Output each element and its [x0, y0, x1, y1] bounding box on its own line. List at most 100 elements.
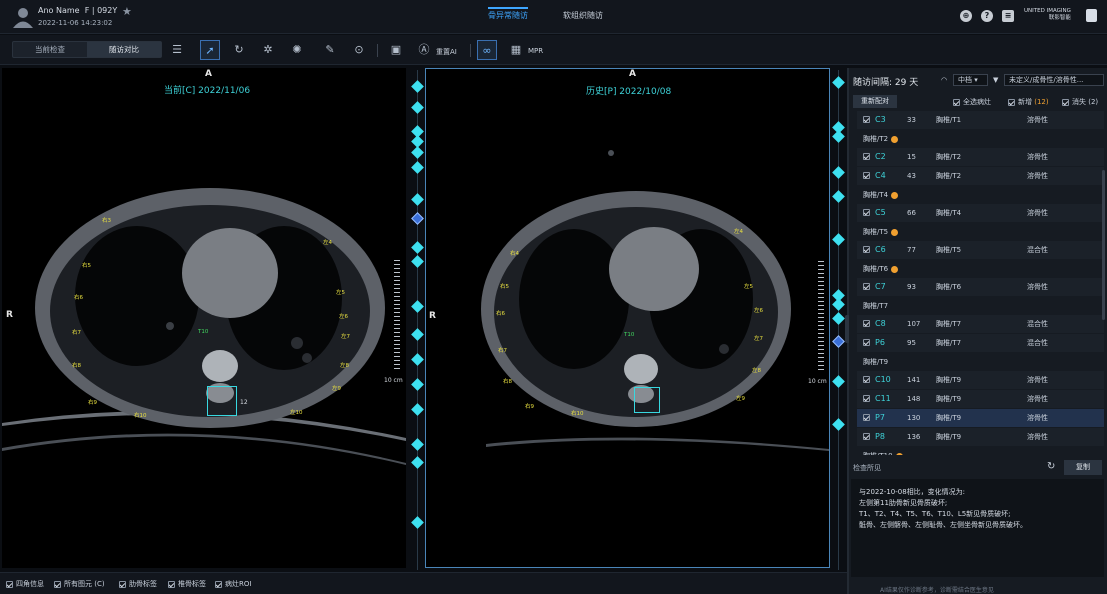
checkbox-icon[interactable]: [863, 320, 870, 327]
lesion-roi[interactable]: [207, 386, 237, 416]
option-all-annotations[interactable]: 所有图元 (C): [54, 579, 105, 589]
checkbox-icon[interactable]: [863, 376, 870, 383]
new-lesions-filter[interactable]: 新增 (12): [1008, 97, 1049, 107]
layers-icon[interactable]: ▣: [386, 40, 406, 60]
checkbox-icon[interactable]: [168, 580, 175, 588]
viewer-current[interactable]: A R 当前[C] 2022/11/06 右3 右5 右6 右7 右8 右9 右…: [2, 68, 406, 568]
select-all-lesions[interactable]: 全选病灶: [953, 97, 991, 107]
timeline-marker[interactable]: [411, 300, 424, 313]
viewer-prior[interactable]: A R 历史[P] 2022/10/08 右4 右5 右6 右7 右8 右9 右…: [425, 68, 830, 568]
lesion-roi[interactable]: [634, 387, 660, 413]
option-corner-info[interactable]: 四角信息: [6, 579, 44, 589]
lesion-group-header[interactable]: 胸椎/T6: [857, 260, 1104, 278]
option-rib-labels[interactable]: 肋骨标签: [119, 579, 157, 589]
lesion-group-header[interactable]: 胸椎/T2: [857, 130, 1104, 148]
checkbox-icon[interactable]: [863, 153, 870, 160]
timeline-marker[interactable]: [411, 101, 424, 114]
timeline-marker[interactable]: [411, 255, 424, 268]
checkbox-icon[interactable]: [863, 209, 870, 216]
checkbox-icon[interactable]: [863, 246, 870, 253]
globe-icon[interactable]: ⊕: [960, 10, 972, 22]
checkbox-icon[interactable]: [119, 580, 126, 588]
timeline-marker[interactable]: [411, 456, 424, 469]
timeline-marker[interactable]: [411, 516, 424, 529]
message-icon[interactable]: ≡: [1002, 10, 1014, 22]
lesion-row[interactable]: P7 130 胸椎/T9 溶骨性: [857, 409, 1104, 427]
brightness-icon[interactable]: ✲: [258, 40, 278, 60]
timeline-marker[interactable]: [411, 161, 424, 174]
checkbox-icon[interactable]: [863, 172, 870, 179]
option-vertebra-labels[interactable]: 椎骨标签: [168, 579, 206, 589]
timeline-marker[interactable]: [411, 403, 424, 416]
timeline-marker[interactable]: [411, 328, 424, 341]
lesion-group-header[interactable]: 胸椎/T9: [857, 353, 1104, 371]
timeline-marker[interactable]: [832, 312, 845, 325]
timeline-marker[interactable]: [411, 241, 424, 254]
lesion-row[interactable]: C8 107 胸椎/T7 混合性: [857, 315, 1104, 333]
sensitivity-dropdown[interactable]: 中档 ▾: [953, 74, 988, 86]
lesion-row[interactable]: C5 66 胸椎/T4 溶骨性: [857, 204, 1104, 222]
lesion-row[interactable]: C6 77 胸椎/T5 混合性: [857, 241, 1104, 259]
contrast-icon[interactable]: ✺: [287, 40, 307, 60]
star-icon[interactable]: ★: [122, 5, 132, 18]
mpr-button[interactable]: MPR: [528, 47, 543, 55]
checkbox-icon[interactable]: [863, 339, 870, 346]
checkbox-icon[interactable]: [6, 580, 13, 588]
timeline-marker[interactable]: [832, 166, 845, 179]
checkbox-icon[interactable]: [1062, 98, 1069, 106]
timeline-marker[interactable]: [832, 233, 845, 246]
copy-button[interactable]: 复制: [1064, 460, 1102, 475]
option-lesion-roi[interactable]: 病灶ROI: [215, 579, 251, 589]
timeline-marker[interactable]: [832, 298, 845, 311]
lesion-row[interactable]: C3 33 胸椎/T1 溶骨性: [857, 111, 1104, 129]
checkbox-icon[interactable]: [953, 98, 960, 106]
timeline-marker[interactable]: [411, 146, 424, 159]
help-icon[interactable]: ?: [981, 10, 993, 22]
lesion-group-header[interactable]: 胸椎/T7: [857, 297, 1104, 315]
lesion-type-dropdown[interactable]: 未定义/成骨性/溶骨性...: [1004, 74, 1104, 86]
lesion-row[interactable]: C7 93 胸椎/T6 溶骨性: [857, 278, 1104, 296]
list-icon[interactable]: ☰: [167, 40, 187, 60]
link-icon[interactable]: ∞: [477, 40, 497, 60]
timeline-marker[interactable]: [411, 193, 424, 206]
checkbox-icon[interactable]: [863, 395, 870, 402]
timeline-marker[interactable]: [832, 190, 845, 203]
lesion-row[interactable]: C11 148 胸椎/T9 溶骨性: [857, 390, 1104, 408]
lesion-row[interactable]: C10 141 胸椎/T9 溶骨性: [857, 371, 1104, 389]
lesion-row[interactable]: C2 15 胸椎/T2 溶骨性: [857, 148, 1104, 166]
timeline-marker[interactable]: [411, 353, 424, 366]
timeline-marker[interactable]: [832, 375, 845, 388]
mode-compare-button[interactable]: 随访对比: [87, 42, 161, 57]
mpr-icon[interactable]: ▦: [506, 40, 526, 60]
zoom-icon[interactable]: ⊙: [349, 40, 369, 60]
vanished-lesions-filter[interactable]: 消失 (2): [1062, 97, 1098, 107]
checkbox-icon[interactable]: [863, 283, 870, 290]
timeline-marker-current[interactable]: [832, 335, 845, 348]
lesion-group-header[interactable]: 胸椎/T4: [857, 186, 1104, 204]
rematch-button[interactable]: 重新配对: [853, 95, 897, 108]
timeline-marker[interactable]: [832, 76, 845, 89]
ai-icon[interactable]: Ⓐ: [414, 40, 434, 60]
mode-current-button[interactable]: 当前检查: [13, 42, 87, 57]
lesion-row[interactable]: C4 43 胸椎/T2 溶骨性: [857, 167, 1104, 185]
reset-ai-button[interactable]: 重置AI: [436, 47, 457, 57]
pointer-icon[interactable]: ➚: [200, 40, 220, 60]
timeline-marker[interactable]: [411, 80, 424, 93]
lesion-row[interactable]: P8 136 胸椎/T9 溶骨性: [857, 428, 1104, 446]
timeline-marker[interactable]: [411, 378, 424, 391]
tab-bone-followup[interactable]: 骨异常随访: [488, 7, 528, 21]
checkbox-icon[interactable]: [1008, 98, 1015, 106]
lesion-row[interactable]: P6 95 胸椎/T7 混合性: [857, 334, 1104, 352]
lesion-list-scrollbar[interactable]: [1102, 170, 1105, 320]
timeline-marker-current[interactable]: [411, 212, 424, 225]
tab-soft-tissue-followup[interactable]: 软组织随访: [563, 10, 603, 21]
findings-text[interactable]: 与2022-10-08相比，变化情况为: 左侧第11肋骨新见骨质破坏; T1、T2、…: [851, 479, 1104, 577]
lesion-group-header[interactable]: 胸椎/T5: [857, 223, 1104, 241]
lesion-group-header[interactable]: 胸椎/T10: [857, 447, 1104, 455]
pen-icon[interactable]: ✎: [320, 40, 340, 60]
timeline-marker[interactable]: [411, 438, 424, 451]
checkbox-icon[interactable]: [215, 580, 222, 588]
lesion-list[interactable]: C3 33 胸椎/T1 溶骨性 胸椎/T2 C2 15 胸椎/T2 溶骨性 C4 43 胸椎/T2 溶骨…: [857, 111, 1104, 455]
checkbox-icon[interactable]: [863, 414, 870, 421]
rotate-icon[interactable]: ↻: [229, 40, 249, 60]
